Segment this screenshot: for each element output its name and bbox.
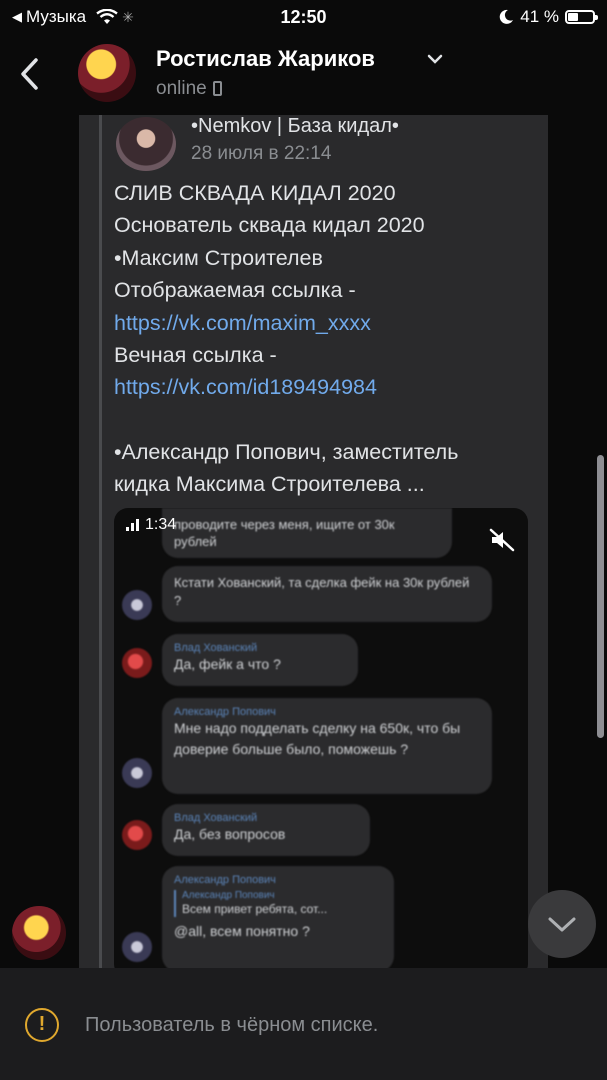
video-duration: 1:34: [126, 516, 176, 534]
scroll-down-button[interactable]: [528, 890, 596, 958]
contact-name[interactable]: Ростислав Жариков: [156, 46, 375, 72]
message-bubble[interactable]: •Nemkov | База кидал• 28 июля в 22:14 СЛ…: [79, 115, 548, 970]
profile-link[interactable]: https://vk.com/id189494984: [114, 371, 544, 403]
text-line: Вечная ссылка -: [114, 343, 277, 368]
video-chat-bubble: Влад Хованский Да, фейк а что ?: [162, 634, 358, 686]
text-line: Отображаемая ссылка -: [114, 278, 356, 303]
video-avatar: [122, 758, 152, 788]
battery-icon: [565, 10, 598, 24]
text-line: СЛИВ СКВАДА КИДАЛ 2020: [114, 181, 396, 205]
warning-icon: !: [25, 1008, 59, 1042]
chevron-down-icon: [548, 917, 576, 932]
video-chat-bubble: Александр Попович Мне надо подделать сде…: [162, 698, 492, 794]
moon-icon: [499, 9, 514, 24]
battery-percent: 41 %: [520, 7, 559, 26]
blocked-message: Пользователь в чёрном списке.: [85, 1014, 379, 1036]
muted-speaker-icon[interactable]: [489, 528, 515, 552]
forwarded-date: 28 июля в 22:14: [191, 143, 332, 164]
back-chevron-icon[interactable]: [14, 54, 46, 94]
forwarded-text: СЛИВ СКВАДА КИДАЛ 2020 Основатель сквада…: [114, 177, 544, 501]
chevron-down-icon[interactable]: [426, 52, 444, 66]
video-avatar: [122, 648, 152, 678]
video-avatar: [122, 820, 152, 850]
text-line: кидка Максима Строителева ...: [114, 472, 425, 497]
quoted-message: Александр Попович Всем привет ребята, со…: [174, 890, 382, 917]
signal-bars-icon: [126, 519, 139, 531]
status-bar: ◀ Музыка ✳ 12:50 41 %: [0, 0, 607, 34]
video-chat-bubble: Александр Попович Александр Попович Всем…: [162, 866, 394, 970]
video-attachment[interactable]: 1:34 проводите через меня, ищите от 30к …: [114, 508, 528, 970]
video-chat-bubble: Влад Хованский Да, без вопросов: [162, 804, 370, 856]
scrollbar[interactable]: [597, 455, 604, 738]
video-chat-bubble: Кстати Хованский, та сделка фейк на 30к …: [162, 566, 492, 622]
contact-status: online: [156, 78, 222, 100]
text-line: •Александр Попович, заместитель: [114, 439, 459, 464]
text-line: •Максим Строителев: [114, 245, 323, 270]
profile-link[interactable]: https://vk.com/maxim_xxxx: [114, 307, 544, 339]
forwarded-author-avatar[interactable]: [116, 117, 176, 171]
chat-header: Ростислав Жариков online: [0, 34, 607, 114]
contact-avatar[interactable]: [78, 44, 136, 102]
sender-avatar[interactable]: [12, 906, 66, 960]
blocked-banner: ! Пользователь в чёрном списке.: [0, 968, 607, 1080]
status-text: online: [156, 78, 207, 99]
mobile-phone-icon: [212, 81, 222, 96]
video-chat-bubble: проводите через меня, ищите от 30к рубле…: [162, 508, 452, 558]
forwarded-author-name[interactable]: •Nemkov | База кидал•: [191, 115, 399, 138]
text-line: Основатель сквада кидал 2020: [114, 213, 425, 238]
duration-label: 1:34: [145, 516, 177, 533]
video-frame: проводите через меня, ищите от 30к рубле…: [114, 508, 528, 970]
video-avatar: [122, 932, 152, 962]
video-avatar: [122, 590, 152, 620]
